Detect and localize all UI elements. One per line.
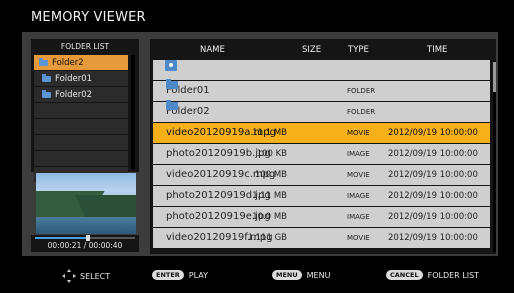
file-type: IMAGE bbox=[347, 192, 370, 200]
file-time: 2012/09/19 10:00:00 bbox=[388, 128, 478, 138]
column-header-time[interactable]: TIME bbox=[427, 45, 447, 55]
menu-label: MENU bbox=[306, 270, 331, 280]
file-type: MOVIE bbox=[347, 171, 370, 179]
folder-row[interactable]: Folder02 FOLDER bbox=[153, 100, 490, 122]
folder-list-item-label: Folder01 bbox=[55, 73, 93, 84]
table-header: NAME SIZE TYPE TIME bbox=[150, 39, 494, 59]
file-type: FOLDER bbox=[347, 87, 376, 95]
folder-list-empty-row bbox=[34, 151, 128, 166]
folder-list-label: FOLDER LIST bbox=[427, 270, 480, 280]
column-header-size[interactable]: SIZE bbox=[302, 45, 321, 55]
dpad-icon bbox=[62, 269, 76, 283]
enter-key-icon: ENTER bbox=[152, 270, 184, 280]
file-size: 100 KB bbox=[256, 149, 287, 159]
menu-hint: MENU MENU bbox=[272, 270, 330, 280]
file-name: Folder01 bbox=[166, 79, 210, 101]
menu-key-icon: MENU bbox=[272, 270, 302, 280]
progress-fill bbox=[35, 237, 88, 239]
folder-list-header: FOLDER LIST bbox=[60, 42, 110, 51]
playback-progress: 00:00:21 / 00:00:40 bbox=[31, 235, 139, 252]
progress-bar[interactable] bbox=[35, 235, 135, 241]
file-time: 2012/09/19 10:00:00 bbox=[388, 149, 478, 159]
file-time: 2012/09/19 10:00:00 bbox=[388, 170, 478, 180]
file-type: MOVIE bbox=[347, 234, 370, 242]
file-time: 2012/09/19 10:00:00 bbox=[388, 212, 478, 222]
folder-up-icon bbox=[165, 60, 177, 71]
file-type: IMAGE bbox=[347, 150, 370, 158]
file-table-scrollbar[interactable] bbox=[493, 60, 496, 252]
file-row[interactable]: video20120919c.mpg 100 MB MOVIE 2012/09/19 … bbox=[153, 165, 490, 185]
file-time: 2012/09/19 10:00:00 bbox=[388, 233, 478, 243]
file-type: IMAGE bbox=[347, 213, 370, 221]
column-header-name[interactable]: NAME bbox=[200, 45, 225, 55]
folder-list-item-label: Folder2 bbox=[52, 57, 84, 68]
playback-time: 00:00:21 / 00:00:40 bbox=[47, 241, 123, 250]
folder-list-empty-row bbox=[34, 119, 128, 134]
folder-row[interactable]: Folder01 FOLDER bbox=[153, 79, 490, 101]
file-size: 11.1 MB bbox=[252, 128, 287, 138]
parent-folder-row[interactable] bbox=[153, 60, 490, 80]
folder-list-panel: FOLDER LIST Folder2 Folder01 Folder02 bbox=[31, 39, 139, 182]
select-label: SELECT bbox=[80, 271, 111, 281]
folder-list-item[interactable]: Folder2 bbox=[34, 55, 128, 70]
folder-icon bbox=[42, 73, 51, 82]
folder-list: Folder2 Folder01 Folder02 bbox=[34, 55, 128, 183]
file-row[interactable]: photo20120919e.jpg 10.0 MB IMAGE 2012/09/19… bbox=[153, 207, 490, 227]
file-name: Folder02 bbox=[166, 100, 210, 122]
footer-hints: SELECT ENTER PLAY MENU MENU CANCEL FOLDE… bbox=[0, 267, 514, 285]
folder-icon bbox=[39, 57, 48, 66]
folder-list-empty-row bbox=[34, 135, 128, 150]
lake-shape bbox=[36, 217, 136, 234]
file-size: 10.0 MB bbox=[252, 212, 287, 222]
scrollbar-thumb[interactable] bbox=[493, 62, 496, 92]
folder-list-empty-row bbox=[34, 103, 128, 118]
folder-list-item-label: Folder02 bbox=[55, 89, 93, 100]
file-row[interactable]: video20120919f.mpg 1.111 GB MOVIE 2012/09/1… bbox=[153, 228, 490, 248]
file-row[interactable]: photo20120919b.jpg 100 KB IMAGE 2012/09/19 … bbox=[153, 144, 490, 164]
folder-list-item[interactable]: Folder02 bbox=[34, 87, 128, 102]
file-size: 1.11 MB bbox=[252, 191, 287, 201]
folder-list-scrollbar[interactable] bbox=[131, 55, 135, 169]
folder-list-item[interactable]: Folder01 bbox=[34, 71, 128, 86]
file-type: MOVIE bbox=[347, 129, 370, 137]
file-type: FOLDER bbox=[347, 108, 376, 116]
file-size: 100 MB bbox=[254, 170, 287, 180]
cancel-key-icon: CANCEL bbox=[386, 270, 423, 280]
folder-icon bbox=[42, 89, 51, 98]
video-preview-thumbnail bbox=[36, 173, 136, 234]
play-hint: ENTER PLAY bbox=[152, 270, 208, 280]
folder-icon bbox=[166, 100, 178, 110]
file-name-text: photo20120919b.jpg bbox=[166, 148, 271, 159]
file-name: photo20120919b.jpg bbox=[166, 144, 271, 164]
select-hint: SELECT bbox=[62, 269, 111, 283]
file-row[interactable]: video20120919a.mpg 11.1 MB MOVIE 2012/09/19… bbox=[153, 123, 490, 143]
file-size: 1.111 GB bbox=[247, 233, 287, 243]
folder-icon bbox=[166, 79, 178, 89]
cancel-hint: CANCEL FOLDER LIST bbox=[386, 270, 479, 280]
app-title: MEMORY VIEWER bbox=[31, 10, 146, 25]
file-row[interactable]: photo20120919d.jpg 1.11 MB IMAGE 2012/09/19… bbox=[153, 186, 490, 206]
play-label: PLAY bbox=[188, 270, 208, 280]
file-table: NAME SIZE TYPE TIME Folder01 FOLDER Folder… bbox=[150, 39, 496, 254]
column-header-type[interactable]: TYPE bbox=[348, 45, 369, 55]
file-rows: Folder01 FOLDER Folder02 FOLDER video2012091… bbox=[153, 60, 490, 249]
file-time: 2012/09/19 10:00:00 bbox=[388, 191, 478, 201]
